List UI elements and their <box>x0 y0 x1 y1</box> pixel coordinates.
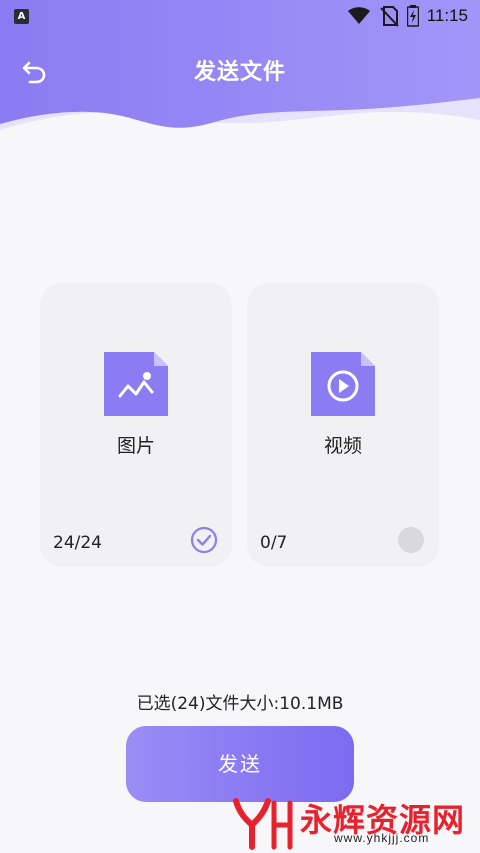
category-count: 24/24 <box>53 533 102 553</box>
watermark: 永辉资源网 www.yhkjjj.com <box>230 793 480 853</box>
battery-charging-icon <box>406 5 419 27</box>
watermark-url: www.yhkjjj.com <box>334 831 430 845</box>
unchecked-circle-icon[interactable] <box>397 526 425 554</box>
header: A 11:15 发送文件 <box>0 0 480 140</box>
category-label: 图片 <box>116 435 155 457</box>
send-button[interactable]: 发送 <box>126 726 354 802</box>
watermark-logo-icon <box>233 798 293 850</box>
app-notification-icon: A <box>14 9 29 24</box>
status-time: 11:15 <box>426 6 468 25</box>
status-bar: A 11:15 <box>0 0 480 34</box>
category-count: 0/7 <box>260 533 288 553</box>
category-card-images[interactable]: 图片 24/24 <box>40 283 232 567</box>
video-file-icon <box>311 352 375 416</box>
category-card-videos[interactable]: 视频 0/7 <box>247 283 439 567</box>
title-bar: 发送文件 <box>0 44 480 94</box>
checked-circle-icon[interactable] <box>190 526 218 554</box>
selection-summary: 已选(24)文件大小:10.1MB <box>136 694 344 714</box>
page-title: 发送文件 <box>193 60 286 85</box>
wifi-icon <box>347 7 370 24</box>
category-label: 视频 <box>323 435 362 457</box>
image-file-icon <box>104 352 168 416</box>
no-sim-icon <box>379 6 399 27</box>
